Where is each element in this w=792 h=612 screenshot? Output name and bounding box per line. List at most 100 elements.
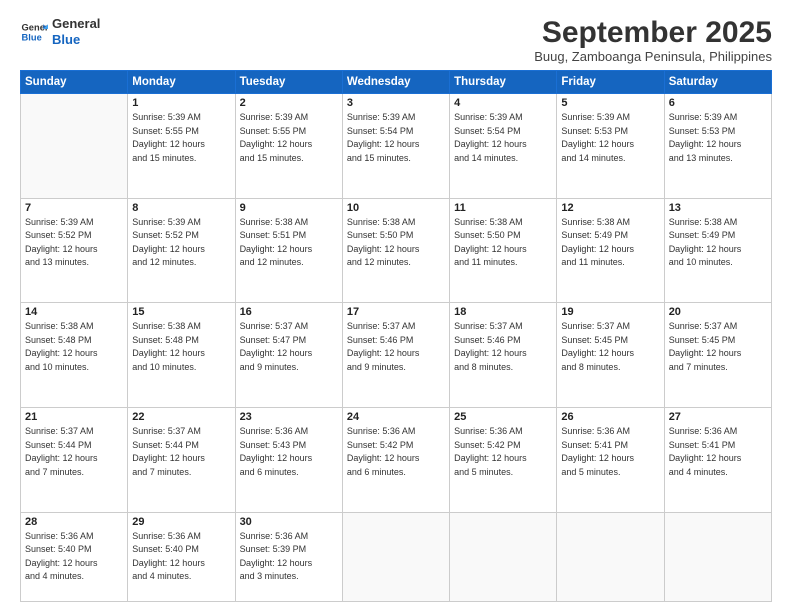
day-number: 7 [25, 202, 123, 214]
day-info: Sunrise: 5:38 AM Sunset: 5:48 PM Dayligh… [25, 320, 123, 374]
calendar-week-row: 28 Sunrise: 5:36 AM Sunset: 5:40 PM Dayli… [21, 512, 772, 601]
day-number: 9 [240, 202, 338, 214]
day-number: 19 [561, 306, 659, 318]
title-block: September 2025 Buug, Zamboanga Peninsula… [534, 16, 772, 64]
calendar-cell: 12 Sunrise: 5:38 AM Sunset: 5:49 PM Dayli… [557, 198, 664, 303]
weekday-header-thursday: Thursday [450, 71, 557, 94]
calendar-cell [342, 512, 449, 601]
calendar-cell: 9 Sunrise: 5:38 AM Sunset: 5:51 PM Daylig… [235, 198, 342, 303]
day-number: 6 [669, 97, 767, 109]
logo-general: General [52, 16, 100, 32]
calendar-cell [450, 512, 557, 601]
day-number: 23 [240, 411, 338, 423]
day-info: Sunrise: 5:39 AM Sunset: 5:53 PM Dayligh… [561, 111, 659, 165]
day-number: 16 [240, 306, 338, 318]
day-info: Sunrise: 5:38 AM Sunset: 5:51 PM Dayligh… [240, 216, 338, 270]
calendar-cell: 28 Sunrise: 5:36 AM Sunset: 5:40 PM Dayli… [21, 512, 128, 601]
weekday-header-sunday: Sunday [21, 71, 128, 94]
day-info: Sunrise: 5:38 AM Sunset: 5:50 PM Dayligh… [454, 216, 552, 270]
day-info: Sunrise: 5:39 AM Sunset: 5:55 PM Dayligh… [132, 111, 230, 165]
day-number: 29 [132, 516, 230, 528]
calendar-week-row: 7 Sunrise: 5:39 AM Sunset: 5:52 PM Daylig… [21, 198, 772, 303]
day-info: Sunrise: 5:36 AM Sunset: 5:43 PM Dayligh… [240, 425, 338, 479]
day-info: Sunrise: 5:36 AM Sunset: 5:39 PM Dayligh… [240, 530, 338, 584]
weekday-header-monday: Monday [128, 71, 235, 94]
calendar-cell [21, 94, 128, 199]
day-number: 3 [347, 97, 445, 109]
day-number: 24 [347, 411, 445, 423]
day-number: 17 [347, 306, 445, 318]
calendar-cell: 13Sunrise: 5:38 AM Sunset: 5:49 PM Dayli… [664, 198, 771, 303]
day-info: Sunrise: 5:39 AM Sunset: 5:52 PM Dayligh… [25, 216, 123, 270]
calendar-cell: 3 Sunrise: 5:39 AM Sunset: 5:54 PM Daylig… [342, 94, 449, 199]
calendar-cell: 25 Sunrise: 5:36 AM Sunset: 5:42 PM Dayli… [450, 408, 557, 513]
calendar-week-row: 1 Sunrise: 5:39 AM Sunset: 5:55 PM Daylig… [21, 94, 772, 199]
calendar-cell: 2Sunrise: 5:39 AM Sunset: 5:55 PM Daylig… [235, 94, 342, 199]
day-number: 11 [454, 202, 552, 214]
day-number: 21 [25, 411, 123, 423]
calendar-cell: 8Sunrise: 5:39 AM Sunset: 5:52 PM Daylig… [128, 198, 235, 303]
day-number: 18 [454, 306, 552, 318]
calendar-cell: 20Sunrise: 5:37 AM Sunset: 5:45 PM Dayli… [664, 303, 771, 408]
calendar-cell: 4Sunrise: 5:39 AM Sunset: 5:54 PM Daylig… [450, 94, 557, 199]
calendar-cell: 18 Sunrise: 5:37 AM Sunset: 5:46 PM Dayli… [450, 303, 557, 408]
day-info: Sunrise: 5:39 AM Sunset: 5:54 PM Dayligh… [347, 111, 445, 165]
header: General Blue General Blue September 2025… [20, 16, 772, 64]
calendar-cell [664, 512, 771, 601]
calendar-header-row: SundayMondayTuesdayWednesdayThursdayFrid… [21, 71, 772, 94]
day-number: 25 [454, 411, 552, 423]
day-info: Sunrise: 5:37 AM Sunset: 5:44 PM Dayligh… [25, 425, 123, 479]
logo: General Blue General Blue [20, 16, 100, 47]
day-number: 14 [25, 306, 123, 318]
calendar-cell: 22Sunrise: 5:37 AM Sunset: 5:44 PM Dayli… [128, 408, 235, 513]
calendar-cell: 21 Sunrise: 5:37 AM Sunset: 5:44 PM Dayli… [21, 408, 128, 513]
day-info: Sunrise: 5:36 AM Sunset: 5:42 PM Dayligh… [454, 425, 552, 479]
day-info: Sunrise: 5:37 AM Sunset: 5:45 PM Dayligh… [561, 320, 659, 374]
day-info: Sunrise: 5:37 AM Sunset: 5:45 PM Dayligh… [669, 320, 767, 374]
day-number: 8 [132, 202, 230, 214]
day-info: Sunrise: 5:37 AM Sunset: 5:47 PM Dayligh… [240, 320, 338, 374]
calendar-cell [557, 512, 664, 601]
calendar-cell: 15Sunrise: 5:38 AM Sunset: 5:48 PM Dayli… [128, 303, 235, 408]
day-info: Sunrise: 5:36 AM Sunset: 5:40 PM Dayligh… [25, 530, 123, 584]
day-number: 22 [132, 411, 230, 423]
logo-blue: Blue [52, 32, 100, 48]
day-number: 28 [25, 516, 123, 528]
day-number: 30 [240, 516, 338, 528]
day-info: Sunrise: 5:36 AM Sunset: 5:40 PM Dayligh… [132, 530, 230, 584]
weekday-header-saturday: Saturday [664, 71, 771, 94]
day-info: Sunrise: 5:37 AM Sunset: 5:46 PM Dayligh… [454, 320, 552, 374]
calendar-cell: 14 Sunrise: 5:38 AM Sunset: 5:48 PM Dayli… [21, 303, 128, 408]
subtitle: Buug, Zamboanga Peninsula, Philippines [534, 49, 772, 64]
logo-icon: General Blue [20, 18, 48, 46]
calendar-cell: 5Sunrise: 5:39 AM Sunset: 5:53 PM Daylig… [557, 94, 664, 199]
day-info: Sunrise: 5:36 AM Sunset: 5:41 PM Dayligh… [669, 425, 767, 479]
day-number: 4 [454, 97, 552, 109]
calendar: SundayMondayTuesdayWednesdayThursdayFrid… [20, 70, 772, 602]
day-number: 12 [561, 202, 659, 214]
calendar-cell: 26Sunrise: 5:36 AM Sunset: 5:41 PM Dayli… [557, 408, 664, 513]
day-number: 1 [132, 97, 230, 109]
day-info: Sunrise: 5:38 AM Sunset: 5:50 PM Dayligh… [347, 216, 445, 270]
day-number: 26 [561, 411, 659, 423]
day-number: 27 [669, 411, 767, 423]
calendar-cell: 1 Sunrise: 5:39 AM Sunset: 5:55 PM Daylig… [128, 94, 235, 199]
calendar-cell: 6Sunrise: 5:39 AM Sunset: 5:53 PM Daylig… [664, 94, 771, 199]
calendar-cell: 29 Sunrise: 5:36 AM Sunset: 5:40 PM Dayli… [128, 512, 235, 601]
calendar-cell: 11 Sunrise: 5:38 AM Sunset: 5:50 PM Dayli… [450, 198, 557, 303]
day-info: Sunrise: 5:38 AM Sunset: 5:48 PM Dayligh… [132, 320, 230, 374]
day-number: 10 [347, 202, 445, 214]
calendar-cell: 7 Sunrise: 5:39 AM Sunset: 5:52 PM Daylig… [21, 198, 128, 303]
day-info: Sunrise: 5:38 AM Sunset: 5:49 PM Dayligh… [561, 216, 659, 270]
weekday-header-friday: Friday [557, 71, 664, 94]
calendar-week-row: 14 Sunrise: 5:38 AM Sunset: 5:48 PM Dayli… [21, 303, 772, 408]
calendar-cell: 24 Sunrise: 5:36 AM Sunset: 5:42 PM Dayli… [342, 408, 449, 513]
calendar-cell: 10 Sunrise: 5:38 AM Sunset: 5:50 PM Dayli… [342, 198, 449, 303]
svg-text:Blue: Blue [22, 32, 42, 42]
calendar-cell: 16 Sunrise: 5:37 AM Sunset: 5:47 PM Dayli… [235, 303, 342, 408]
day-info: Sunrise: 5:36 AM Sunset: 5:42 PM Dayligh… [347, 425, 445, 479]
weekday-header-tuesday: Tuesday [235, 71, 342, 94]
calendar-cell: 23 Sunrise: 5:36 AM Sunset: 5:43 PM Dayli… [235, 408, 342, 513]
calendar-cell: 19 Sunrise: 5:37 AM Sunset: 5:45 PM Dayli… [557, 303, 664, 408]
weekday-header-wednesday: Wednesday [342, 71, 449, 94]
